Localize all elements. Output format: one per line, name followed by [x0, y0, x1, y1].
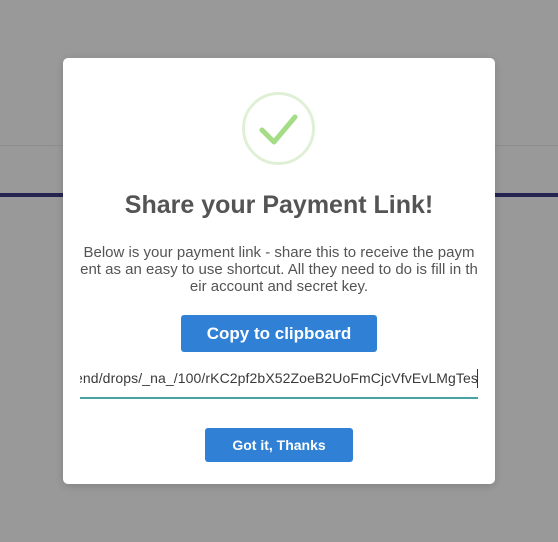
payment-link-value[interactable]: send/drops/_na_/100/rKC2pf2bX52ZoeB2UoFm…: [80, 370, 478, 386]
share-link-dialog: Share your Payment Link! Below is your p…: [63, 58, 495, 484]
success-ring: [242, 92, 315, 165]
got-it-button[interactable]: Got it, Thanks: [205, 428, 353, 462]
copy-to-clipboard-button[interactable]: Copy to clipboard: [181, 315, 377, 352]
dialog-title: Share your Payment Link!: [124, 191, 434, 219]
dialog-message: Below is your payment link - share this …: [80, 244, 478, 295]
payment-link-input[interactable]: send/drops/_na_/100/rKC2pf2bX52ZoeB2UoFm…: [80, 365, 478, 399]
checkmark-icon: [259, 114, 298, 145]
text-caret: [477, 369, 478, 388]
